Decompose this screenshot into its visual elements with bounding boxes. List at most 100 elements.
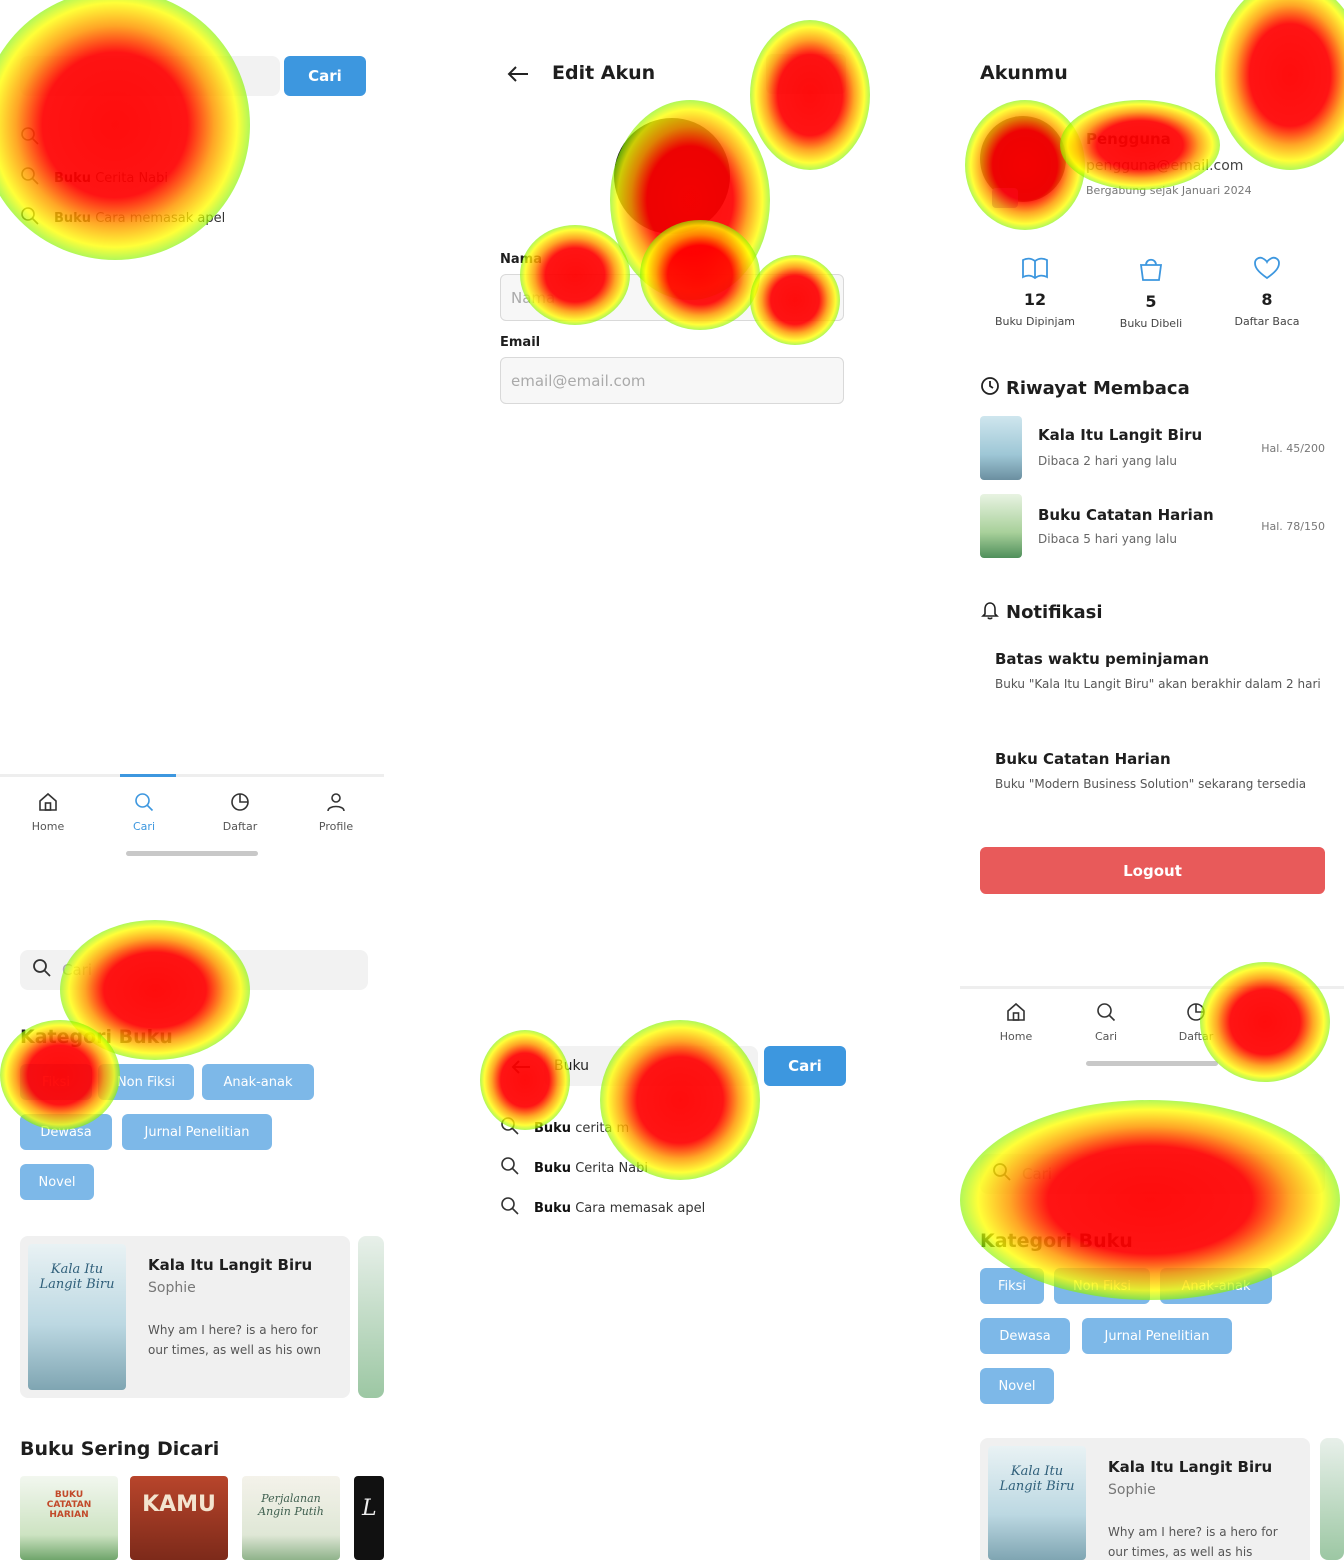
cover-title: L [362,1496,377,1521]
nav-cari[interactable]: Cari [1076,1001,1136,1056]
suggestion-item[interactable]: Buku Cara memasak apel [20,206,225,230]
category-title: Kategori Buku [20,1026,173,1048]
stat-label: Buku Dibeli [1119,317,1183,330]
suggestion-item[interactable]: Buku cerita m [500,1116,629,1140]
chip-anak-anak[interactable]: Anak-anak [1160,1268,1272,1304]
suggestion-rest: Cara memasak apel [91,210,226,226]
search-icon [20,126,40,150]
nav-home[interactable]: Home [18,791,78,844]
nav-daftar[interactable]: Daftar [210,791,270,844]
suggestion-rest: cerita m [571,1120,630,1136]
book-card-peek[interactable] [358,1236,384,1398]
search-field[interactable]: Cari [20,950,368,990]
chip-jurnal[interactable]: Jurnal Penelitian [1082,1318,1232,1354]
suggestion-rest: Cerita Nabi [91,170,168,186]
history-when: Dibaca 5 hari yang lalu [1038,532,1177,546]
home-icon [37,791,59,816]
book-cover: Kala Itu Langit Biru [988,1446,1086,1560]
search-placeholder: Cari [1022,1165,1052,1183]
notification-item[interactable]: Buku Catatan Harian Buku "Modern Busines… [995,750,1330,794]
notification-item[interactable]: Batas waktu peminjaman Buku "Kala Itu La… [995,650,1330,694]
featured-book-card[interactable]: Kala Itu Langit Biru Kala Itu Langit Bir… [20,1236,350,1398]
search-icon [32,958,52,982]
nav-cari[interactable]: Cari [114,791,174,844]
featured-book-card[interactable]: Kala Itu Langit Biru Kala Itu Langit Bir… [980,1438,1310,1560]
search-button[interactable]: Cari [284,56,366,96]
search-placeholder: Cari [62,961,92,979]
nav-home[interactable]: Home [986,1001,1046,1056]
save-area[interactable] [766,54,846,94]
avatar[interactable] [614,118,730,234]
suggestion-rest: Cerita Nabi [571,1160,648,1176]
bottom-nav: Home Cari Daftar [960,986,1344,1056]
chip-anak-anak[interactable]: Anak-anak [202,1064,314,1100]
home-icon [1005,1001,1027,1026]
suggestion-item[interactable]: Buku Cara memasak apel [500,1196,705,1220]
nav-daftar[interactable]: Daftar [1166,1001,1226,1056]
search-icon [1095,1001,1117,1026]
chip-non-fiksi[interactable]: Non Fiksi [1054,1268,1150,1304]
chip-novel[interactable]: Novel [980,1368,1054,1404]
book-card-peek[interactable] [1320,1438,1344,1560]
cover-title: Kala Itu Langit Biru [39,1262,115,1292]
name-label: Nama [500,252,542,267]
book-cover [980,416,1022,480]
category-title: Kategori Buku [980,1230,1133,1252]
stat-label: Daftar Baca [1234,315,1300,328]
cover-title: KAMU [142,1492,216,1517]
stat-value: 12 [1023,290,1047,309]
chip-dewasa[interactable]: Dewasa [980,1318,1070,1354]
search-icon [20,206,40,230]
nav-label: Daftar [222,820,258,833]
search-button[interactable]: Cari [764,1046,846,1086]
email-label: Email [500,335,541,350]
popular-book-cover[interactable]: Perjalanan Angin Putih [242,1476,340,1560]
notification-title: Buku Catatan Harian [995,750,1171,768]
search-input[interactable]: Buku [544,1046,758,1086]
chip-novel[interactable]: Novel [20,1164,94,1200]
stat-borrowed[interactable]: 12 Buku Dipinjam [980,256,1090,328]
chip-fiksi[interactable]: Fiksi [980,1268,1044,1304]
nav-profile[interactable]: Profile [306,791,366,844]
history-item[interactable]: Kala Itu Langit Biru Dibaca 2 hari yang … [980,416,1325,480]
book-description: Why am I here? is a hero for our times, … [148,1323,321,1357]
search-field[interactable] [20,56,280,96]
suggestion-item[interactable]: Buku Cerita Nabi [500,1156,648,1180]
logout-button[interactable]: Logout [980,847,1325,894]
book-title: Kala Itu Langit Biru [1108,1458,1273,1476]
chip-non-fiksi[interactable]: Non Fiksi [98,1064,194,1100]
history-book-title: Kala Itu Langit Biru [1038,426,1203,444]
suggestion-item[interactable] [20,126,54,150]
heart-icon [1253,256,1281,284]
stat-bought[interactable]: 5 Buku Dibeli [1096,256,1206,330]
suggestion-item[interactable]: Buku Cerita Nabi [20,166,168,190]
suggestion-rest: Cara memasak apel [571,1200,706,1216]
history-title: Riwayat Membaca [980,376,1190,401]
clock-icon [1185,1001,1207,1026]
member-badge [992,188,1018,208]
chip-dewasa[interactable]: Dewasa [20,1114,112,1150]
clock-icon [229,791,251,816]
chip-jurnal[interactable]: Jurnal Penelitian [122,1114,272,1150]
notification-desc: Buku "Modern Business Solution" sekarang… [995,777,1307,791]
email-field[interactable]: email@email.com [500,357,844,404]
search-field[interactable]: Cari [980,1154,1325,1194]
book-author: Sophie [148,1280,196,1296]
search-icon [500,1156,520,1180]
popular-book-cover[interactable]: BUKU CATATAN HARIAN [20,1476,118,1560]
user-email: pengguna@email.com [1086,158,1244,174]
nav-label: Daftar [1178,1030,1214,1043]
stat-readlist[interactable]: 8 Daftar Baca [1212,256,1322,328]
chip-fiksi[interactable]: Fiksi [20,1064,92,1100]
name-field[interactable]: Nama [500,274,844,321]
page-title: Akunmu [980,62,1068,84]
popular-book-cover[interactable]: KAMU [130,1476,228,1560]
notif-title: Notifikasi [980,600,1103,625]
back-arrow-icon[interactable] [510,1058,532,1080]
history-item[interactable]: Buku Catatan Harian Dibaca 5 hari yang l… [980,494,1325,558]
history-page: Hal. 45/200 [1261,442,1325,455]
popular-book-cover[interactable]: L [354,1476,384,1560]
back-arrow-icon[interactable] [506,64,530,88]
user-icon [325,791,347,816]
shopping-bag-icon [1138,256,1164,286]
